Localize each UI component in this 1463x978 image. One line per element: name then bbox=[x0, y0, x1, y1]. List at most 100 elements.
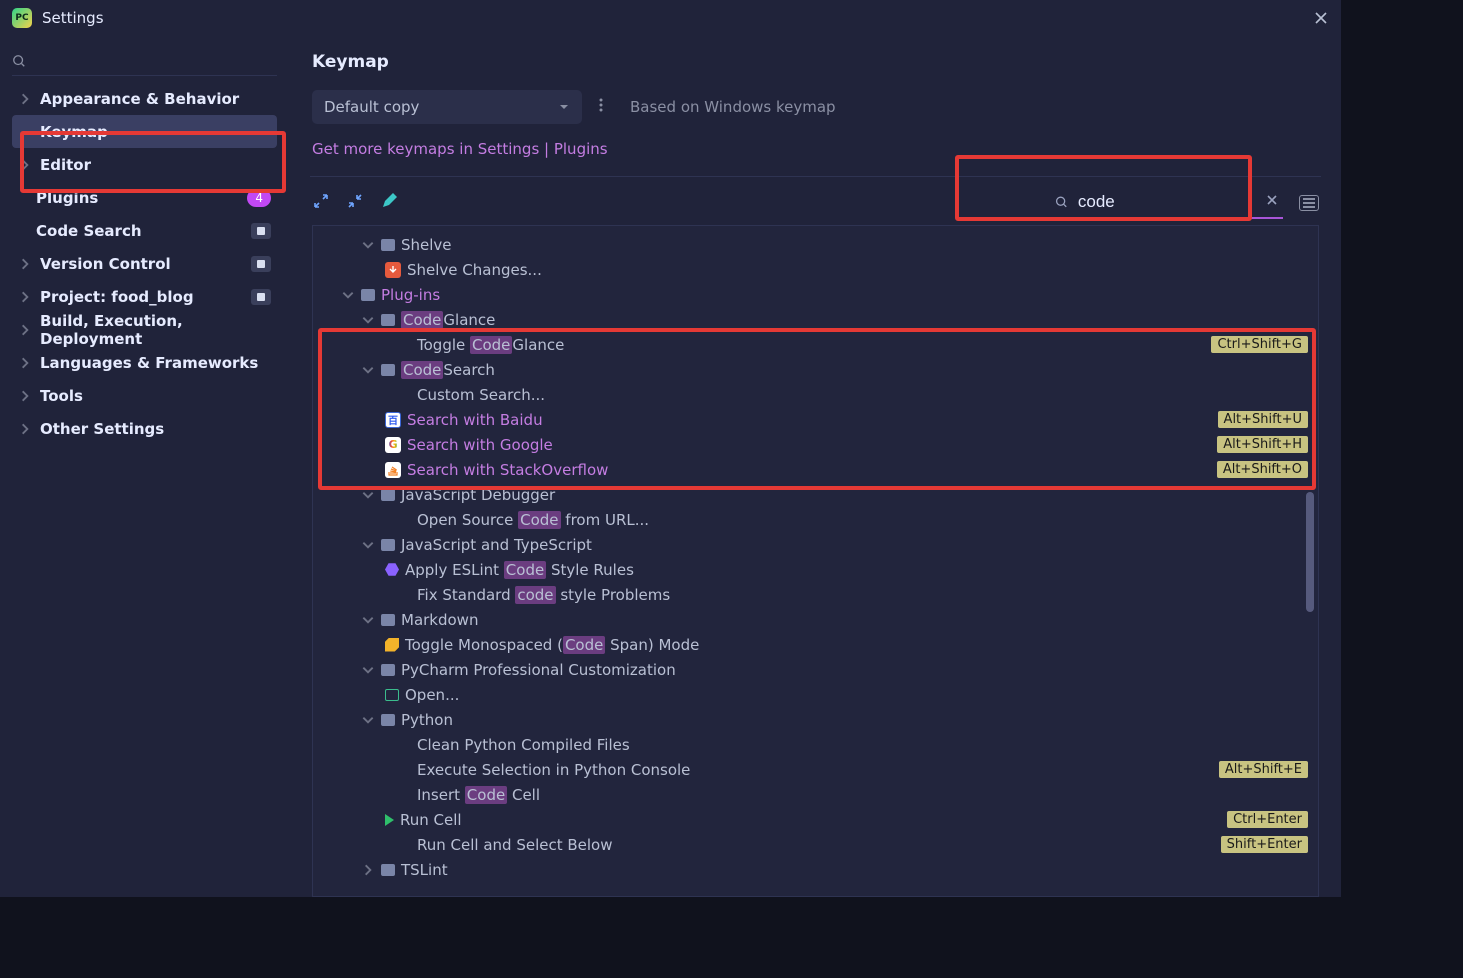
find-by-shortcut-icon[interactable] bbox=[1299, 195, 1319, 211]
shortcut-chip: Alt+Shift+H bbox=[1217, 436, 1308, 453]
tree-node-label: Run Cell bbox=[400, 811, 462, 829]
open-folder-icon bbox=[385, 689, 399, 701]
sidebar-item[interactable]: Languages & Frameworks bbox=[12, 346, 277, 379]
tree-node[interactable]: Execute Selection in Python ConsoleAlt+S… bbox=[313, 757, 1318, 782]
tree-node[interactable]: Insert Code Cell bbox=[313, 782, 1318, 807]
tree-node-label: Insert Code Cell bbox=[417, 786, 540, 804]
tree-node[interactable]: Toggle Monospaced (Code Span) Mode bbox=[313, 632, 1318, 657]
keymap-select[interactable]: Default copy bbox=[312, 90, 582, 124]
tree-node-label: Clean Python Compiled Files bbox=[417, 736, 630, 754]
sidebar-item[interactable]: Tools bbox=[12, 379, 277, 412]
close-icon[interactable] bbox=[1313, 10, 1329, 26]
shelve-icon bbox=[385, 262, 401, 278]
tree-node[interactable]: JavaScript and TypeScript bbox=[313, 532, 1318, 557]
tree-node-label: Search with Google bbox=[407, 436, 553, 454]
chevron-down-icon bbox=[361, 363, 375, 377]
tree-node[interactable]: Open... bbox=[313, 682, 1318, 707]
chevron-down-icon bbox=[361, 713, 375, 727]
tree-node[interactable]: Run Cell and Select BelowShift+Enter bbox=[313, 832, 1318, 857]
sidebar-item[interactable]: Appearance & Behavior bbox=[12, 82, 277, 115]
sidebar: Appearance & Behavior KeymapEditorPlugins… bbox=[0, 36, 290, 897]
sidebar-item-label: Other Settings bbox=[40, 420, 164, 438]
tree-node[interactable]: Apply ESLint Code Style Rules bbox=[313, 557, 1318, 582]
tree-node-label: Open... bbox=[405, 686, 459, 704]
chevron-down-icon bbox=[361, 488, 375, 502]
tree-node[interactable]: JavaScript Debugger bbox=[313, 482, 1318, 507]
sidebar-item[interactable]: Plugins4 bbox=[12, 181, 277, 214]
action-search-input[interactable] bbox=[1051, 187, 1283, 219]
search-icon bbox=[12, 54, 26, 68]
tree-node[interactable]: Clean Python Compiled Files bbox=[313, 732, 1318, 757]
sidebar-item-label: Code Search bbox=[36, 222, 142, 240]
tree-node[interactable]: Toggle CodeGlanceCtrl+Shift+G bbox=[313, 332, 1318, 357]
tree-node[interactable]: CodeSearch bbox=[313, 357, 1318, 382]
chevron-down-icon bbox=[361, 238, 375, 252]
tree-node-label: JavaScript and TypeScript bbox=[401, 536, 592, 554]
chevron-right-icon bbox=[18, 158, 32, 172]
chevron-down-icon bbox=[361, 613, 375, 627]
run-icon bbox=[385, 814, 394, 826]
code-span-icon bbox=[385, 638, 399, 652]
shortcut-chip: Alt+Shift+O bbox=[1217, 461, 1308, 478]
sidebar-item[interactable]: Version Control bbox=[12, 247, 277, 280]
tree-node[interactable]: 百Search with BaiduAlt+Shift+U bbox=[313, 407, 1318, 432]
chevron-right-icon bbox=[18, 422, 32, 436]
sidebar-item[interactable]: Other Settings bbox=[12, 412, 277, 445]
get-more-keymaps-link[interactable]: Get more keymaps in Settings | Plugins bbox=[312, 140, 1319, 158]
chevron-right-icon bbox=[18, 356, 32, 370]
action-tree[interactable]: ShelveShelve Changes... Plug-ins CodeGlanc… bbox=[312, 225, 1319, 897]
sidebar-item-label: Appearance & Behavior bbox=[40, 90, 239, 108]
window-title: Settings bbox=[42, 9, 104, 27]
tree-node[interactable]: PyCharm Professional Customization bbox=[313, 657, 1318, 682]
tree-node[interactable]: TSLint bbox=[313, 857, 1318, 882]
sidebar-item-label: Project: food_blog bbox=[40, 288, 194, 306]
sidebar-item[interactable]: Keymap bbox=[12, 115, 277, 148]
search-icon bbox=[1055, 194, 1068, 210]
folder-icon bbox=[381, 664, 395, 676]
expand-all-icon[interactable] bbox=[312, 192, 330, 214]
sidebar-item-label: Tools bbox=[40, 387, 83, 405]
scrollbar[interactable] bbox=[1306, 492, 1314, 612]
chevron-right-icon bbox=[18, 389, 32, 403]
google-icon: G bbox=[385, 437, 401, 453]
chevron-down-icon bbox=[361, 313, 375, 327]
tree-node[interactable]: Markdown bbox=[313, 607, 1318, 632]
folder-icon bbox=[381, 489, 395, 501]
folder-icon bbox=[381, 314, 395, 326]
sidebar-search[interactable] bbox=[12, 46, 277, 76]
tree-node[interactable]: Shelve bbox=[313, 232, 1318, 257]
tree-node[interactable]: Search with StackOverflowAlt+Shift+O bbox=[313, 457, 1318, 482]
collapse-all-icon[interactable] bbox=[346, 192, 364, 214]
clear-search-icon[interactable] bbox=[1265, 193, 1279, 211]
tree-node-label: Custom Search... bbox=[417, 386, 545, 404]
tree-node[interactable]: Python bbox=[313, 707, 1318, 732]
chevron-right-icon bbox=[361, 863, 375, 877]
chevron-down-icon bbox=[341, 288, 355, 302]
tree-node[interactable]: Shelve Changes... bbox=[313, 257, 1318, 282]
search-field[interactable] bbox=[1076, 191, 1257, 213]
sidebar-item-label: Version Control bbox=[40, 255, 171, 273]
edit-shortcut-icon[interactable] bbox=[380, 192, 398, 214]
sidebar-item[interactable]: Project: food_blog bbox=[12, 280, 277, 313]
tree-node-label: CodeSearch bbox=[401, 361, 495, 379]
scope-icon bbox=[251, 289, 271, 305]
tree-node[interactable]: Fix Standard code style Problems bbox=[313, 582, 1318, 607]
triangle-down-icon bbox=[558, 101, 570, 113]
tree-node-label: Apply ESLint Code Style Rules bbox=[405, 561, 634, 579]
chevron-right-icon bbox=[18, 290, 32, 304]
tree-node-label: CodeGlance bbox=[401, 311, 495, 329]
tree-node[interactable]: Custom Search... bbox=[313, 382, 1318, 407]
tree-node[interactable]: Run CellCtrl+Enter bbox=[313, 807, 1318, 832]
tree-node[interactable]: G Search with Google Alt+Shift+H bbox=[313, 432, 1318, 457]
sidebar-item[interactable]: Build, Execution, Deployment bbox=[12, 313, 277, 346]
gear-icon[interactable] bbox=[598, 97, 614, 117]
chevron-right-icon bbox=[18, 323, 32, 337]
tree-node[interactable]: Open Source Code from URL... bbox=[313, 507, 1318, 532]
folder-icon bbox=[381, 714, 395, 726]
shortcut-chip: Ctrl+Shift+G bbox=[1211, 336, 1308, 353]
tree-node[interactable]: CodeGlance bbox=[313, 307, 1318, 332]
tree-node-label: Plug-ins bbox=[381, 286, 440, 304]
tree-node[interactable]: Plug-ins bbox=[313, 282, 1318, 307]
sidebar-item[interactable]: Editor bbox=[12, 148, 277, 181]
sidebar-item[interactable]: Code Search bbox=[12, 214, 277, 247]
